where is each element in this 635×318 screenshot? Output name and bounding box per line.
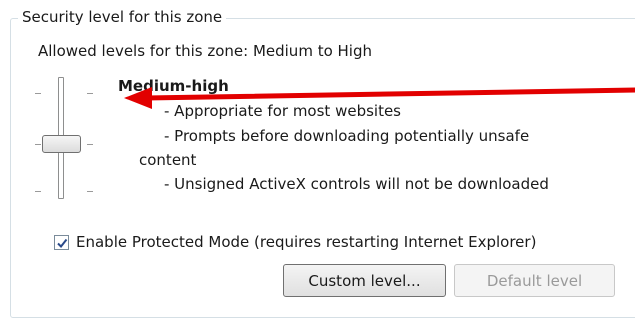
slider-tick: [35, 144, 41, 145]
security-level-slider[interactable]: [32, 75, 102, 200]
allowed-levels-text: Allowed levels for this zone: Medium to …: [38, 42, 372, 60]
protected-mode-row[interactable]: Enable Protected Mode (requires restarti…: [54, 232, 536, 252]
level-description-line: - Prompts before downloading potentially…: [164, 127, 530, 145]
level-description-line: - Unsigned ActiveX controls will not be …: [164, 175, 549, 193]
security-level-title: Security level for this zone: [18, 8, 227, 26]
checkmark-icon: [57, 238, 68, 248]
slider-tick: [35, 191, 41, 192]
level-description-line: content: [139, 151, 197, 169]
slider-tick: [87, 93, 93, 94]
custom-level-button[interactable]: Custom level...: [283, 264, 446, 297]
slider-tick: [35, 93, 41, 94]
protected-mode-checkbox[interactable]: [54, 234, 69, 250]
slider-tick: [87, 144, 93, 145]
arrow-shaft: [143, 87, 635, 101]
arrow-head: [124, 87, 152, 109]
red-arrow-left-icon: [124, 87, 635, 109]
slider-tick: [87, 191, 93, 192]
protected-mode-label: Enable Protected Mode (requires restarti…: [76, 233, 537, 251]
slider-thumb[interactable]: [42, 135, 81, 153]
default-level-button[interactable]: Default level: [454, 264, 615, 297]
